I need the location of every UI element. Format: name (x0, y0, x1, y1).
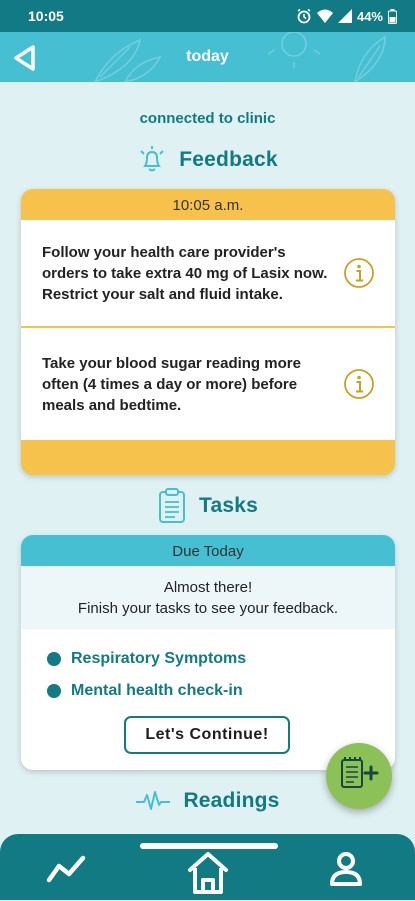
tasks-heading: Tasks (0, 488, 415, 524)
battery-percentage: 44% (356, 8, 383, 24)
connection-status: connected to clinic (139, 110, 276, 127)
feedback-heading: Feedback (0, 145, 415, 175)
add-note-icon (341, 757, 379, 788)
feedback-item-text: Follow your health care provider's order… (42, 243, 328, 303)
feedback-item: Follow your health care provider's order… (21, 220, 395, 326)
task-bullet (47, 684, 61, 698)
nav-trends-button[interactable] (44, 848, 92, 896)
nav-home-button[interactable] (184, 848, 232, 896)
task-bullet (47, 652, 61, 666)
tasks-card: Due Today Almost there! Finish your task… (21, 535, 395, 770)
page-title: today (186, 48, 229, 65)
add-note-fab[interactable] (326, 743, 392, 809)
tasks-message-line1: Almost there! (163, 579, 253, 596)
info-icon[interactable] (343, 368, 375, 400)
battery-icon (388, 8, 397, 24)
tasks-message: Almost there! Finish your tasks to see y… (21, 566, 395, 629)
task-label: Mental health check-in (71, 682, 243, 699)
continue-button[interactable]: Let's Continue! (124, 716, 290, 754)
wifi-icon (316, 9, 333, 23)
tasks-message-line2: Finish your tasks to see your feedback. (77, 600, 339, 617)
status-time: 10:05 (28, 8, 64, 24)
task-item-respiratory[interactable]: Respiratory Symptoms (47, 643, 246, 675)
bell-icon (140, 146, 164, 172)
home-indicator[interactable] (140, 843, 278, 849)
task-label: Respiratory Symptoms (71, 650, 247, 667)
info-icon[interactable] (343, 257, 375, 289)
profile-icon (330, 852, 362, 886)
trend-icon (46, 855, 86, 883)
feedback-item-text: Take your blood sugar reading more often… (42, 354, 301, 414)
status-bar: 10:05 44% (0, 0, 415, 32)
feedback-item: Take your blood sugar reading more often… (21, 328, 395, 440)
pulse-icon (136, 791, 171, 810)
feedback-time: 10:05 a.m. (172, 197, 244, 214)
readings-heading-label: Readings (183, 789, 280, 812)
nav-profile-button[interactable] (322, 848, 370, 896)
signal-icon (337, 9, 352, 23)
feedback-card: 10:05 a.m. Follow your health care provi… (21, 189, 395, 475)
alarm-icon (297, 8, 311, 24)
status-icons: 44% (296, 8, 397, 24)
home-icon (188, 852, 228, 894)
app-header: today (0, 32, 415, 82)
due-today-label: Due Today (21, 535, 395, 566)
task-item-mental-health[interactable]: Mental health check-in (47, 675, 246, 707)
tasks-heading-label: Tasks (199, 494, 258, 517)
task-list: Respiratory Symptoms Mental health check… (47, 643, 246, 707)
clipboard-icon (159, 488, 185, 523)
feedback-heading-label: Feedback (179, 148, 278, 171)
